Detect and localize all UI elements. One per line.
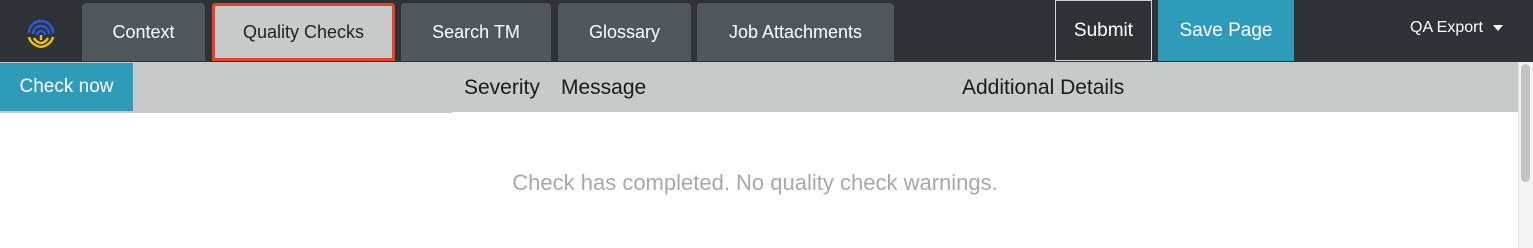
qa-export-label: QA Export <box>1410 19 1483 36</box>
column-message: Message <box>561 76 647 99</box>
tab-job-attachments[interactable]: Job Attachments <box>697 3 894 61</box>
qa-export-dropdown[interactable]: QA Export <box>1410 0 1503 56</box>
empty-state-message: Check has completed. No quality check wa… <box>512 170 998 195</box>
tab-glossary[interactable]: Glossary <box>558 3 691 61</box>
caret-down-icon <box>1492 25 1503 31</box>
tab-search-tm[interactable]: Search TM <box>401 3 551 61</box>
column-additional-details: Additional Details <box>962 76 1125 99</box>
save-page-button[interactable]: Save Page <box>1158 0 1294 61</box>
tab-context[interactable]: Context <box>82 3 205 61</box>
fingerprint-logo-icon <box>18 8 64 54</box>
header-divider <box>0 111 452 113</box>
scrollbar-thumb[interactable] <box>1521 64 1530 182</box>
submit-button[interactable]: Submit <box>1055 0 1152 61</box>
qa-table-header <box>0 62 1518 112</box>
column-severity: Severity <box>464 76 540 99</box>
tab-quality-checks[interactable]: Quality Checks <box>212 3 395 61</box>
check-now-button[interactable]: Check now <box>0 63 133 111</box>
top-toolbar: Context Quality Checks Search TM Glossar… <box>0 0 1533 62</box>
